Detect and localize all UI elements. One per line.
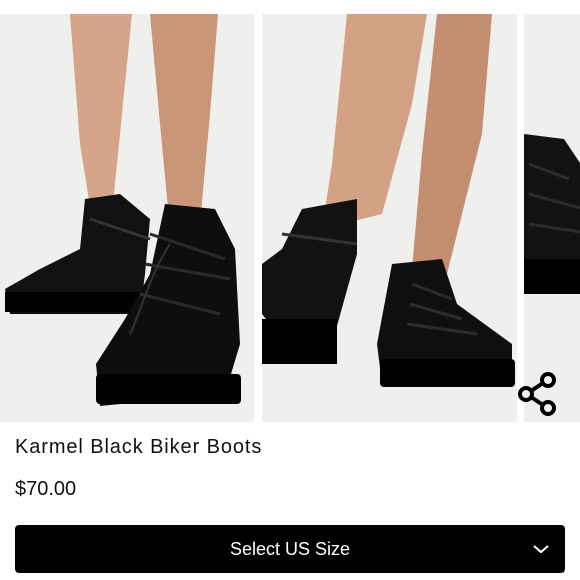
boot-photo-side [262,14,517,422]
boot-photo-partial [524,14,580,422]
share-icon [518,372,556,416]
boot-photo-front [0,14,254,422]
product-photo-2[interactable] [262,14,517,422]
product-photo-1[interactable] [0,14,254,422]
size-select-dropdown[interactable]: Select US Size [15,525,565,573]
product-title: Karmel Black Biker Boots [15,436,263,458]
product-image-carousel[interactable] [0,14,580,422]
chevron-down-icon [533,545,549,554]
product-price: $70.00 [15,478,77,500]
share-button[interactable] [512,368,564,420]
product-photo-3[interactable] [524,14,580,422]
size-select-label: Select US Size [229,538,351,559]
